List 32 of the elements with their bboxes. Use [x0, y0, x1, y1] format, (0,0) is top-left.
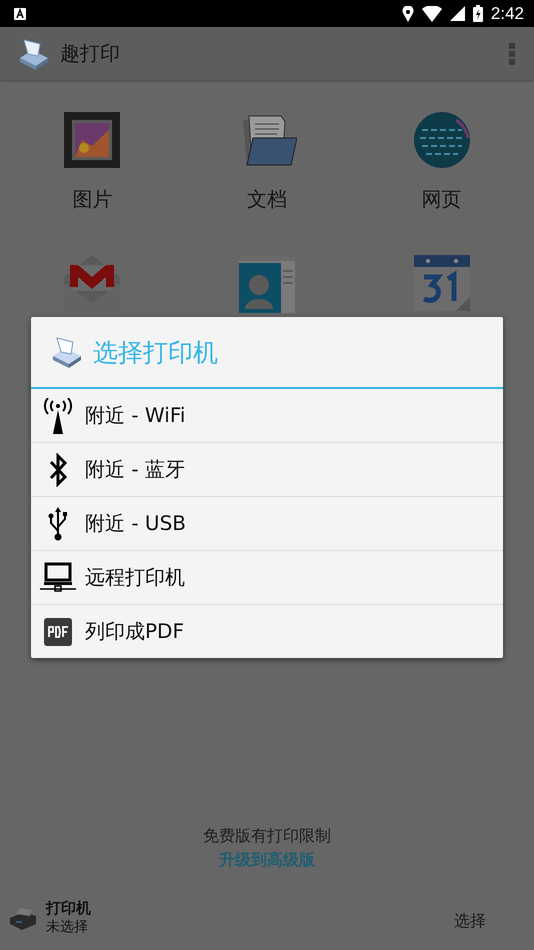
printer-option[interactable]: 列印成PDF [31, 605, 503, 658]
globe-icon[interactable] [412, 110, 472, 170]
app-title: 趣打印 [60, 40, 121, 67]
printer-label: 打印机 [46, 899, 92, 918]
location-icon [402, 6, 414, 22]
free-version-notice: 免费版有打印限制 [203, 826, 331, 847]
option-label: 附近 - USB [85, 510, 186, 537]
calendar-icon[interactable] [412, 253, 472, 313]
envelope-icon[interactable] [62, 253, 122, 313]
antenna-icon [42, 398, 74, 434]
overflow-menu-icon[interactable] [509, 42, 515, 64]
clock-text: 2:42 [490, 4, 524, 24]
picture-frame-icon[interactable] [62, 110, 122, 170]
computer-network-icon [40, 562, 76, 594]
printer-option[interactable]: 附近 - USB [31, 497, 503, 551]
notification-icon [14, 8, 26, 20]
pdf-file-icon [44, 618, 72, 646]
option-label: 附近 - WiFi [85, 402, 186, 429]
signal-icon [450, 6, 465, 21]
option-label: 附近 - 蓝牙 [85, 456, 185, 483]
printer-option[interactable]: 远程打印机 [31, 551, 503, 605]
wifi-icon [422, 6, 442, 22]
option-label: 远程打印机 [85, 564, 185, 591]
printer-icon [8, 906, 38, 930]
bluetooth-icon [48, 452, 68, 486]
option-label: 列印成PDF [85, 618, 184, 645]
battery-icon [472, 5, 483, 22]
dialog-title: 选择打印机 [93, 336, 218, 368]
usb-icon [48, 506, 68, 540]
printer-option[interactable]: 附近 - WiFi [31, 389, 503, 443]
printer-option[interactable]: 附近 - 蓝牙 [31, 443, 503, 497]
printer-status: 未选择 [46, 918, 89, 936]
